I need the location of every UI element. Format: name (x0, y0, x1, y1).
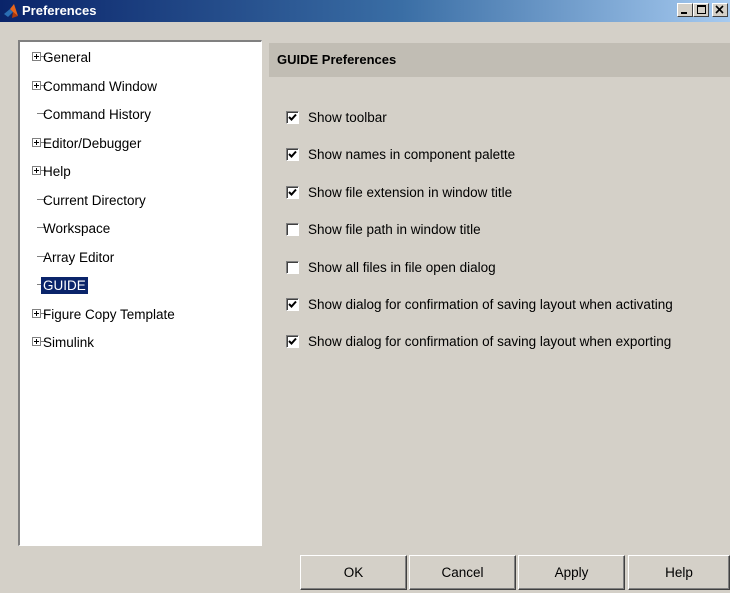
tree-item-label: GUIDE (41, 277, 88, 294)
help-button[interactable]: Help (628, 555, 730, 590)
option-checkbox[interactable] (286, 298, 299, 311)
cancel-button[interactable]: Cancel (409, 555, 516, 590)
tree-item[interactable]: General (20, 47, 260, 67)
tree-item[interactable]: Current Directory (20, 190, 260, 210)
tree-item-label: Workspace (43, 221, 111, 236)
title-bar[interactable]: Preferences (0, 0, 730, 22)
option-checkbox[interactable] (286, 148, 299, 161)
option-checkbox[interactable] (286, 111, 299, 124)
option-checkbox[interactable] (286, 186, 299, 199)
tree-item-label: General (43, 50, 92, 65)
option-label: Show file extension in window title (308, 185, 513, 200)
tree-item[interactable]: Editor/Debugger (20, 133, 260, 153)
option-checkbox[interactable] (286, 223, 299, 236)
close-button[interactable] (712, 3, 728, 17)
tree-item[interactable]: Workspace (20, 218, 260, 238)
tree-item-label: Help (43, 164, 71, 179)
tree-item[interactable]: Figure Copy Template (20, 304, 260, 324)
minimize-icon (681, 12, 687, 14)
close-icon (715, 5, 724, 14)
option-label: Show all files in file open dialog (308, 260, 496, 275)
option-checkbox[interactable] (286, 261, 299, 274)
option-checkbox[interactable] (286, 335, 299, 348)
tree-item-label: Array Editor (43, 249, 115, 265)
tree-item[interactable]: Command History (20, 104, 260, 124)
minimize-button[interactable] (677, 3, 693, 17)
tree-item-label: Simulink (43, 335, 95, 350)
maximize-icon (697, 5, 706, 14)
matlab-logo-icon (4, 4, 18, 18)
tree-item-label: Figure Copy Template (43, 306, 175, 322)
option-label: Show dialog for confirmation of saving l… (308, 297, 673, 312)
checkmark-icon (288, 337, 297, 345)
panel-title: GUIDE Preferences (277, 52, 397, 67)
tree-item-label: Current Directory (43, 192, 146, 208)
option-label: Show dialog for confirmation of saving l… (308, 334, 672, 349)
tree-item-label: Command Window (43, 78, 158, 94)
panel-header: GUIDE Preferences (269, 43, 730, 77)
tree-item-label: Command History (43, 107, 152, 122)
tree-item[interactable]: Array Editor (20, 247, 260, 267)
window-title: Preferences (22, 3, 97, 18)
ok-button[interactable]: OK (300, 555, 407, 590)
preferences-tree[interactable]: General Command Window Command History Edit… (18, 40, 262, 546)
tree-item[interactable]: Command Window (20, 76, 260, 96)
option-label: Show names in component palette (308, 147, 516, 162)
option-label: Show file path in window title (308, 222, 481, 237)
tree-item-label: Editor/Debugger (43, 135, 142, 151)
tree-item[interactable]: GUIDE (20, 275, 260, 295)
tree-item[interactable]: Simulink (20, 332, 260, 352)
checkmark-icon (288, 188, 297, 196)
checkmark-icon (288, 113, 297, 121)
option-label: Show toolbar (308, 110, 387, 125)
checkmark-icon (288, 150, 297, 158)
apply-button[interactable]: Apply (518, 555, 625, 590)
tree-item[interactable]: Help (20, 161, 260, 181)
maximize-button[interactable] (693, 3, 709, 17)
checkmark-icon (288, 300, 297, 308)
